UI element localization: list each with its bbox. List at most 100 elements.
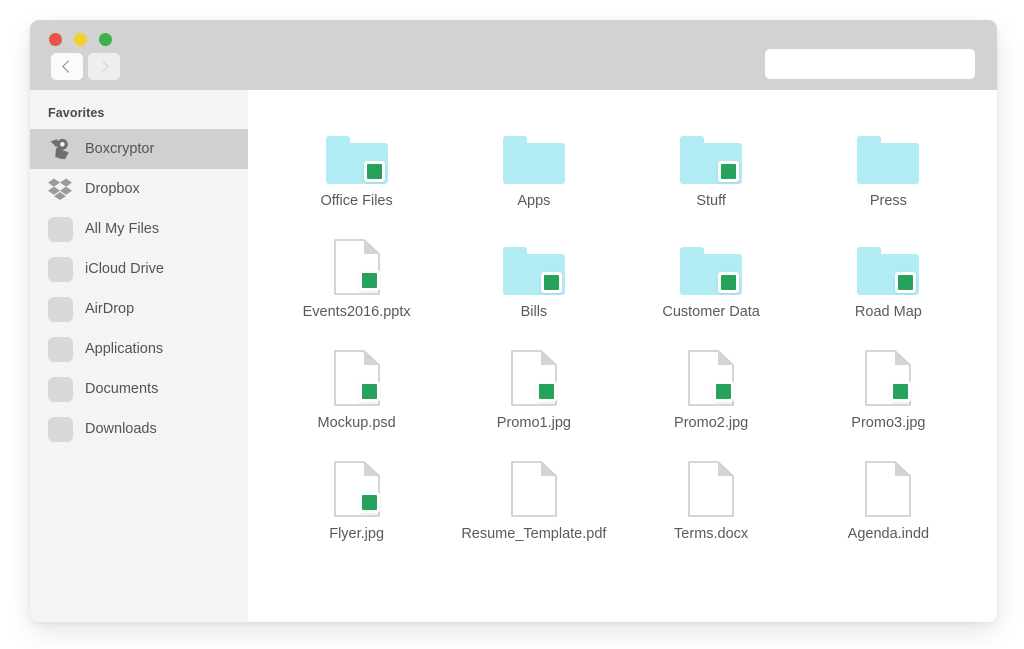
icon-wrapper: [676, 455, 746, 517]
encrypted-badge: [535, 381, 557, 402]
minimize-button[interactable]: [74, 33, 87, 46]
generic-icon: [46, 335, 74, 363]
file-item[interactable]: Events2016.pptx: [268, 227, 445, 320]
file-item[interactable]: Promo1.jpg: [445, 338, 622, 431]
encrypted-badge: [358, 381, 380, 402]
file-label: Office Files: [320, 193, 393, 209]
folder-item[interactable]: Apps: [445, 116, 622, 209]
folder-body: [502, 143, 565, 184]
icon-wrapper: [499, 233, 569, 295]
placeholder-folder-icon: [47, 336, 73, 362]
folder-icon: [680, 136, 743, 184]
document-icon: [688, 350, 735, 406]
encrypted-badge-square: [893, 384, 909, 399]
sidebar: Favorites Boxcryptor Dropbox All My Files i…: [30, 90, 248, 622]
sidebar-item-all-my-files[interactable]: All My Files: [30, 209, 248, 249]
sidebar-item-documents[interactable]: Documents: [30, 369, 248, 409]
file-item[interactable]: Terms.docx: [623, 449, 800, 542]
boxcryptor-icon: [46, 135, 74, 163]
placeholder-folder-icon: [47, 296, 73, 322]
dropbox-icon-svg: [48, 178, 72, 200]
sidebar-item-label: Applications: [85, 341, 164, 357]
document-page-svg: [511, 461, 557, 517]
folder-item[interactable]: Customer Data: [623, 227, 800, 320]
chevron-left-icon: [62, 60, 75, 73]
icon-wrapper: [322, 344, 392, 406]
folder-icon: [680, 247, 743, 295]
folder-icon: [502, 247, 565, 295]
file-item[interactable]: Agenda.indd: [800, 449, 977, 542]
file-item[interactable]: Resume_Template.pdf: [445, 449, 622, 542]
document-page-svg: [688, 461, 734, 517]
file-grid: Office Files Apps Stuff Press Events2016.ppt…: [268, 116, 977, 542]
icon-wrapper: [676, 233, 746, 295]
encrypted-badge: [363, 161, 385, 182]
folder-icon: [502, 136, 565, 184]
encrypted-badge: [895, 272, 917, 293]
search-input[interactable]: [765, 49, 975, 79]
file-item[interactable]: Flyer.jpg: [268, 449, 445, 542]
encrypted-badge-square: [898, 275, 914, 290]
file-label: Customer Data: [662, 304, 760, 320]
encrypted-badge-square: [721, 275, 737, 290]
folder-item[interactable]: Press: [800, 116, 977, 209]
icon-wrapper: [499, 455, 569, 517]
encrypted-badge: [718, 272, 740, 293]
encrypted-badge-square: [716, 384, 732, 399]
chevron-right-icon: [96, 60, 109, 73]
generic-icon: [46, 375, 74, 403]
file-item[interactable]: Promo3.jpg: [800, 338, 977, 431]
icon-wrapper: [322, 122, 392, 184]
forward-button[interactable]: [88, 53, 120, 80]
file-item[interactable]: Mockup.psd: [268, 338, 445, 431]
file-label: Agenda.indd: [847, 526, 930, 542]
folder-item[interactable]: Stuff: [623, 116, 800, 209]
encrypted-badge: [713, 381, 735, 402]
encrypted-badge-square: [721, 164, 737, 179]
generic-icon: [46, 295, 74, 323]
placeholder-folder-icon: [47, 376, 73, 402]
back-button[interactable]: [51, 53, 83, 80]
encrypted-badge: [890, 381, 912, 402]
generic-icon: [46, 255, 74, 283]
document-icon: [333, 461, 380, 517]
icon-wrapper: [853, 233, 923, 295]
document-icon: [333, 350, 380, 406]
icon-wrapper: [676, 122, 746, 184]
encrypted-badge-square: [543, 275, 559, 290]
encrypted-badge-square: [538, 384, 554, 399]
close-button[interactable]: [49, 33, 62, 46]
sidebar-item-airdrop[interactable]: AirDrop: [30, 289, 248, 329]
window-body: Favorites Boxcryptor Dropbox All My Files i…: [30, 90, 997, 622]
file-label: Promo3.jpg: [851, 415, 926, 431]
folder-body: [857, 143, 920, 184]
maximize-button[interactable]: [99, 33, 112, 46]
boxcryptor-icon-svg: [50, 138, 69, 159]
sidebar-item-icloud-drive[interactable]: iCloud Drive: [30, 249, 248, 289]
document-icon: [333, 239, 380, 295]
sidebar-item-label: All My Files: [85, 221, 160, 237]
icon-wrapper: [499, 344, 569, 406]
folder-item[interactable]: Bills: [445, 227, 622, 320]
encrypted-badge: [358, 270, 380, 291]
sidebar-item-dropbox[interactable]: Dropbox: [30, 169, 248, 209]
sidebar-item-label: AirDrop: [85, 301, 135, 317]
icon-wrapper: [853, 455, 923, 517]
icon-wrapper: [676, 344, 746, 406]
sidebar-item-applications[interactable]: Applications: [30, 329, 248, 369]
icon-wrapper: [322, 233, 392, 295]
folder-item[interactable]: Office Files: [268, 116, 445, 209]
file-label: Flyer.jpg: [329, 526, 385, 542]
file-label: Bills: [520, 304, 548, 320]
sidebar-item-label: Downloads: [85, 421, 157, 437]
folder-item[interactable]: Road Map: [800, 227, 977, 320]
icon-wrapper: [853, 122, 923, 184]
file-item[interactable]: Promo2.jpg: [623, 338, 800, 431]
sidebar-item-boxcryptor[interactable]: Boxcryptor: [30, 129, 248, 169]
file-label: Terms.docx: [674, 526, 749, 542]
sidebar-item-downloads[interactable]: Downloads: [30, 409, 248, 449]
sidebar-item-label: Boxcryptor: [85, 141, 155, 157]
sidebar-item-label: iCloud Drive: [85, 261, 164, 277]
window-titlebar: [30, 20, 997, 90]
encrypted-badge: [718, 161, 740, 182]
